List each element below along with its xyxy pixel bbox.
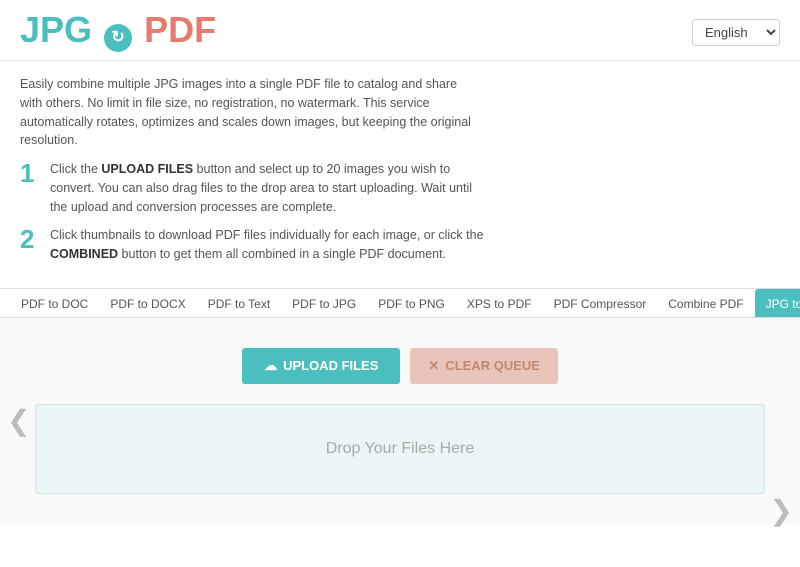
step-1-text: Click the UPLOAD FILES button and select…	[50, 160, 490, 216]
tab-pdf-to-png[interactable]: PDF to PNG	[367, 289, 456, 318]
tab-pdf-to-jpg[interactable]: PDF to JPG	[281, 289, 367, 318]
tab-pdf-compressor[interactable]: PDF Compressor	[543, 289, 658, 318]
step-2: 2 Click thumbnails to download PDF files…	[20, 226, 780, 264]
upload-icon: ☁	[264, 358, 277, 374]
step-1: 1 Click the UPLOAD FILES button and sele…	[20, 160, 780, 216]
logo-jpg: JPG	[20, 9, 92, 50]
step-1-number: 1	[20, 160, 38, 186]
description-text: Easily combine multiple JPG images into …	[20, 77, 471, 147]
upload-files-button[interactable]: ☁ UPLOAD FILES	[242, 348, 400, 384]
tabs-bar: PDF to DOC PDF to DOCX PDF to Text PDF t…	[0, 288, 800, 318]
header: JPG ↻ PDF English Español Français Deuts…	[0, 0, 800, 61]
tab-pdf-to-docx[interactable]: PDF to DOCX	[99, 289, 196, 318]
clear-queue-button[interactable]: ✕ CLEAR QUEUE	[410, 348, 558, 384]
language-select[interactable]: English Español Français Deutsch 中文	[692, 19, 780, 46]
upload-label: UPLOAD FILES	[283, 358, 378, 373]
description: Easily combine multiple JPG images into …	[0, 61, 500, 160]
step-1-bold: UPLOAD FILES	[101, 162, 193, 176]
tab-xps-to-pdf[interactable]: XPS to PDF	[456, 289, 543, 318]
action-buttons: ☁ UPLOAD FILES ✕ CLEAR QUEUE	[242, 348, 558, 384]
steps: 1 Click the UPLOAD FILES button and sele…	[0, 160, 800, 288]
tab-jpg-to-pdf[interactable]: JPG to PDF	[755, 289, 800, 318]
step-2-text: Click thumbnails to download PDF files i…	[50, 226, 490, 264]
logo-pdf: PDF	[144, 9, 216, 50]
main-area: ☁ UPLOAD FILES ✕ CLEAR QUEUE ❮ Drop Your…	[0, 318, 800, 524]
logo-to-icon: ↻	[104, 24, 132, 52]
clear-icon: ✕	[428, 358, 439, 374]
tab-combine-pdf[interactable]: Combine PDF	[657, 289, 754, 318]
tab-pdf-to-text[interactable]: PDF to Text	[197, 289, 281, 318]
drop-text: Drop Your Files Here	[326, 440, 475, 458]
drop-area[interactable]: Drop Your Files Here	[35, 404, 765, 494]
drop-area-wrapper: ❮ Drop Your Files Here ❯	[35, 404, 765, 494]
nav-arrow-right[interactable]: ❯	[770, 494, 793, 527]
clear-label: CLEAR QUEUE	[445, 358, 540, 373]
step-2-bold: COMBINED	[50, 247, 118, 261]
nav-arrow-left[interactable]: ❮	[7, 404, 30, 437]
tab-pdf-to-doc[interactable]: PDF to DOC	[10, 289, 99, 318]
logo: JPG ↻ PDF	[20, 12, 216, 52]
step-2-number: 2	[20, 226, 38, 252]
